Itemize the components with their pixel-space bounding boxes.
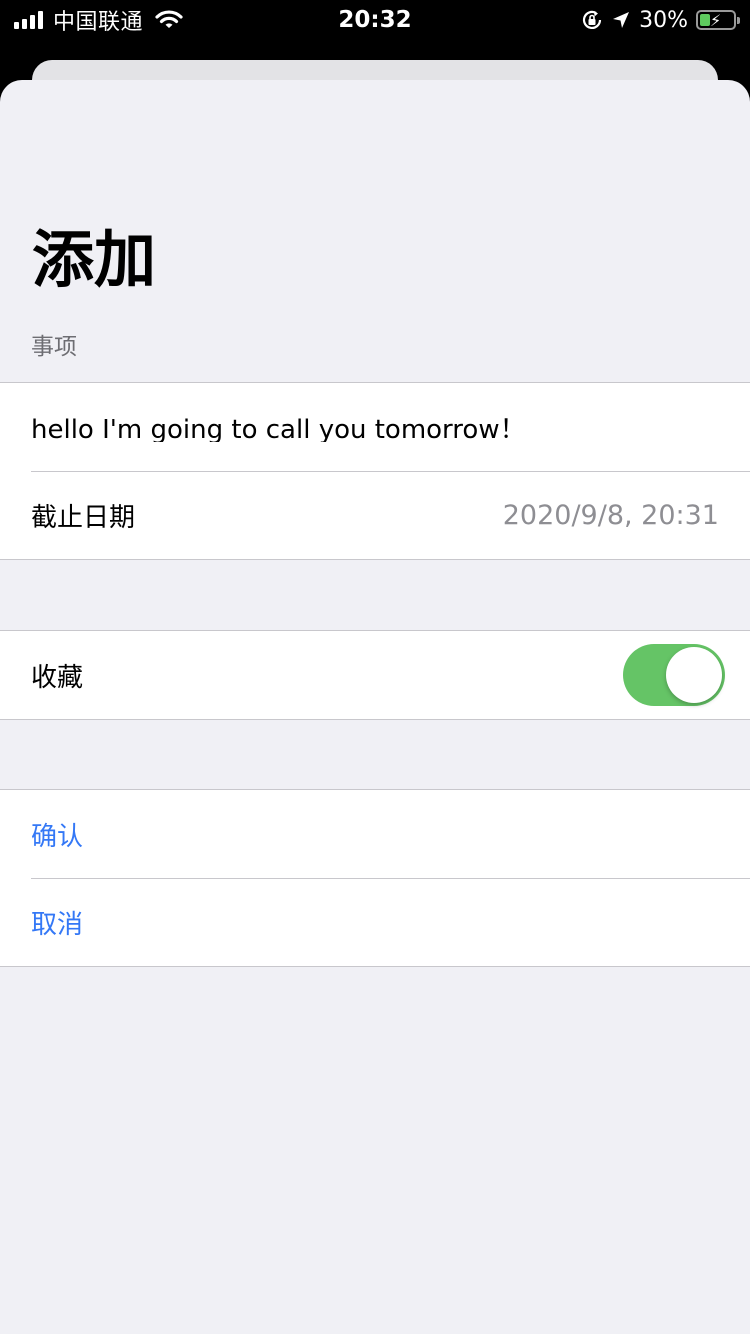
due-date-value[interactable]: 2020/9/8, 20:31 bbox=[503, 500, 719, 531]
favorite-toggle[interactable] bbox=[623, 644, 725, 706]
location-arrow-icon bbox=[613, 12, 630, 28]
battery-percent: 30% bbox=[639, 7, 688, 33]
favorite-group: 收藏 bbox=[0, 630, 750, 720]
charging-bolt-icon: ⚡ bbox=[710, 11, 722, 30]
todo-input-row[interactable] bbox=[0, 383, 750, 471]
confirm-button[interactable]: 确认 bbox=[31, 816, 83, 853]
due-date-row[interactable]: 截止日期 2020/9/8, 20:31 bbox=[0, 471, 750, 559]
todo-text-field[interactable] bbox=[31, 412, 719, 442]
orientation-lock-icon bbox=[583, 10, 602, 29]
battery-nub bbox=[737, 17, 740, 24]
section-header: 事项 bbox=[31, 334, 77, 360]
confirm-row[interactable]: 确认 bbox=[0, 790, 750, 878]
due-date-label: 截止日期 bbox=[31, 502, 136, 533]
todo-details-group: 截止日期 2020/9/8, 20:31 bbox=[0, 382, 750, 560]
status-bar-right: 30% ⚡ bbox=[581, 0, 740, 40]
favorite-label: 收藏 bbox=[31, 662, 84, 693]
status-bar: 中国联通 20:32 30% ⚡ bbox=[0, 0, 750, 44]
toggle-knob bbox=[666, 647, 722, 703]
battery-fill bbox=[700, 14, 710, 26]
cancel-button[interactable]: 取消 bbox=[31, 904, 83, 941]
battery-charging-icon: ⚡ bbox=[696, 10, 740, 30]
page-title: 添加 bbox=[32, 223, 157, 296]
actions-group: 确认 取消 bbox=[0, 789, 750, 967]
favorite-row: 收藏 bbox=[0, 631, 750, 719]
add-todo-sheet: 添加 事项 截止日期 2020/9/8, 20:31 收藏 确认 取消 bbox=[0, 80, 750, 1334]
cancel-row[interactable]: 取消 bbox=[0, 878, 750, 966]
